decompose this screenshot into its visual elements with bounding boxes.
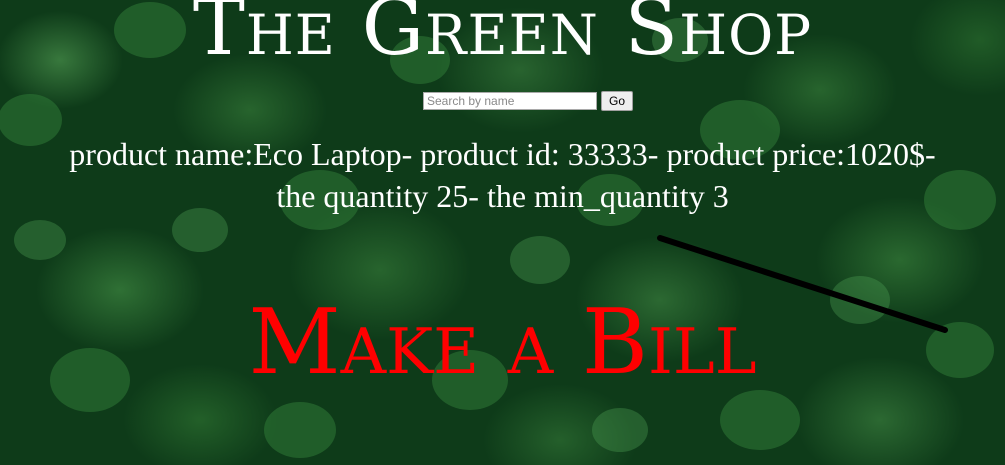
pointer-line	[657, 235, 948, 333]
make-bill-link[interactable]: Make a Bill	[0, 290, 1005, 395]
